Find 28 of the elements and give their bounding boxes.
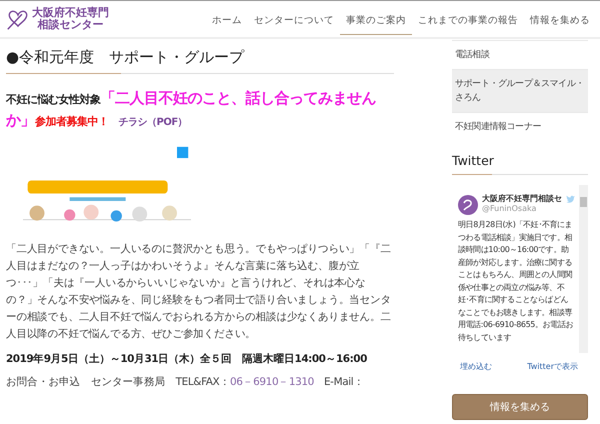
- nav-link[interactable]: センターについて: [248, 10, 340, 35]
- phone-link[interactable]: 06－6910－1310: [230, 376, 314, 388]
- collect-info-button[interactable]: 情報を集める: [452, 394, 588, 420]
- logo-text: 大阪府不妊専門: [32, 7, 109, 19]
- scrollbar[interactable]: [579, 185, 588, 353]
- intro-heading: 不妊に悩む女性対象「二人目不妊のこと、話し合ってみませんか」参加者募集中！ チラシ（POF）: [6, 88, 377, 131]
- sidebar-heading: Twitter: [452, 153, 495, 168]
- nav-link[interactable]: これまでの事業の報告: [412, 10, 524, 35]
- email-label: E-Mail：: [324, 376, 364, 388]
- logo-text: 相談センター: [38, 19, 104, 31]
- flyer-link[interactable]: チラシ（POF）: [118, 117, 188, 128]
- nav-link[interactable]: ホーム: [206, 10, 248, 35]
- bird-icon: [566, 195, 575, 203]
- page-title: ●令和元年度 サポート・グループ: [6, 48, 246, 67]
- contact-label: お問合・お申込 センター事務局 TEL&FAX：: [6, 376, 230, 388]
- tweet-text: 明日8月28日(水)「不妊･不育にまつわる電話相談」実施日です。相談時間は10:00～16:00です。助産師が対応します。治療に関することはもちろん、周囲との人間関係や仕事との両立の悩み等、不妊･不育に関することならばどんなことでもお聴きします。相談専用電話:06-6910-8655。お電話お待ちしています: [458, 219, 574, 344]
- account-name[interactable]: 大阪府不妊専門相談セ: [482, 193, 562, 204]
- schedule-text: 2019年9月5日（土）～10月31日（木）全５回 隔週木曜日14:00～16:00: [6, 352, 368, 366]
- avatar-icon: [458, 195, 478, 215]
- description-paragraph: 「二人目ができない。一人いるのに贅沢かとも思う。でもやっぱりつらい」「『二人目はまだなの？一人っ子はかわいそうよ』そんな言葉に落ち込む、腹が立つ･･･」「夫は『一人いるからいいじゃないか』と言うけれど、それは本心なの？」そんな不安や悩みを、同じ経験をもつ者同士で語り合いましょう。当センターの相談でも、二人目不妊で悩んでおられる方からの相談は少なくありません。二人目以降の不妊で悩んでる方、ぜひご参加ください。: [6, 242, 392, 342]
- sidebar-menu-item[interactable]: サポート・グループ＆スマイル・さろん: [452, 69, 588, 112]
- nav-link[interactable]: 事業のご案内: [340, 10, 412, 35]
- widget-link[interactable]: 埋め込む: [460, 361, 492, 372]
- nav-link[interactable]: 情報を集める: [524, 10, 596, 35]
- sidebar-menu-item[interactable]: 不妊関連情報コーナー: [452, 112, 588, 141]
- heart-wing-logo-icon: [6, 8, 30, 30]
- widget-link[interactable]: Twitterで表示: [527, 361, 578, 372]
- account-handle: @FuninOsaka: [482, 204, 538, 213]
